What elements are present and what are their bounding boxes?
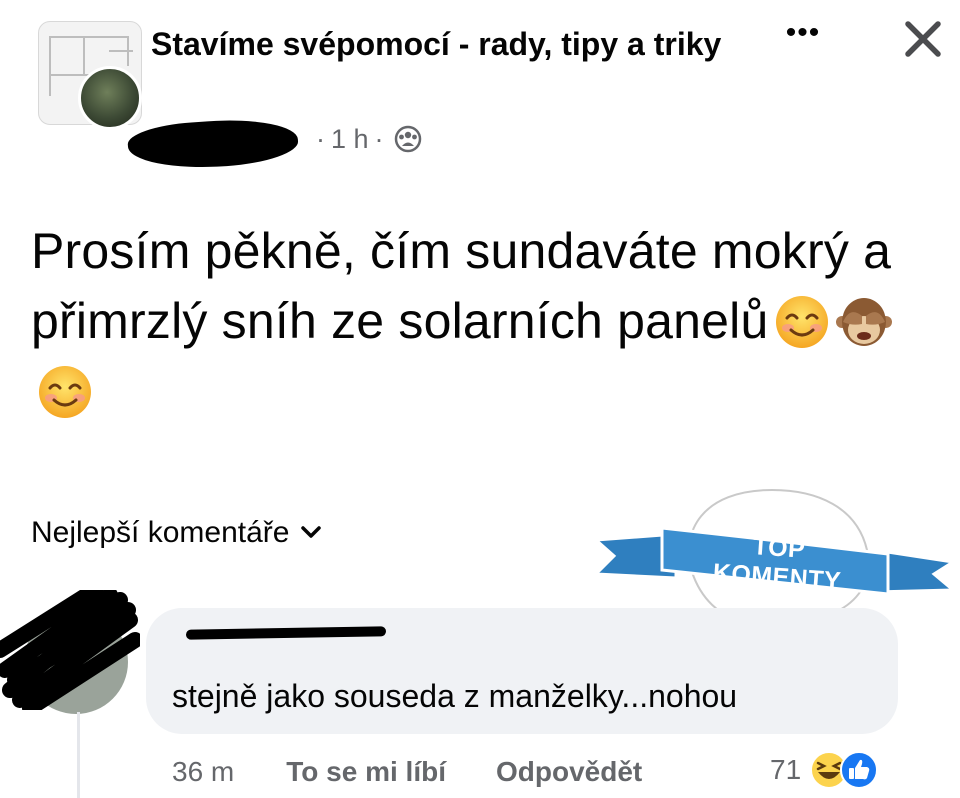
post-time[interactable]: 1 h	[331, 124, 369, 155]
meta-separator: ·	[374, 123, 384, 154]
comment-time[interactable]: 36 m	[172, 756, 234, 788]
reaction-summary[interactable]: 71	[770, 748, 879, 792]
smiling-face-icon	[776, 296, 829, 348]
close-button[interactable]	[900, 16, 946, 62]
badge-text: TOP KOMENTY	[711, 532, 843, 596]
comment-actions: 36 m To se mi líbí Odpovědět	[172, 752, 642, 792]
see-no-evil-monkey-icon	[836, 298, 893, 346]
smiling-face-icon	[39, 366, 91, 418]
floorplan-line	[83, 36, 85, 76]
thread-line	[77, 712, 80, 798]
close-icon	[905, 21, 941, 57]
post-body: Prosím pěkně, čím sundaváte mokrý a přim…	[31, 216, 936, 426]
group-members-icon[interactable]	[394, 125, 422, 153]
comments-filter-label: Nejlepší komentáře	[31, 516, 290, 549]
meta-separator: ·	[316, 123, 325, 154]
like-reaction-icon	[840, 751, 879, 789]
floorplan-line	[49, 36, 51, 96]
reaction-count: 71	[770, 754, 802, 785]
floorplan-line	[127, 36, 129, 66]
floorplan-line	[109, 50, 133, 52]
chevron-down-icon	[301, 526, 322, 538]
more-options-button[interactable]: •••	[780, 18, 826, 52]
comment-text: stejně jako souseda z manželky...nohou	[172, 678, 738, 714]
redaction-mark	[0, 590, 140, 710]
author-avatar[interactable]	[78, 66, 142, 130]
floorplan-line	[49, 36, 129, 38]
group-name[interactable]: Stavíme svépomocí - rady, tipy a triky	[151, 22, 771, 66]
comments-filter-dropdown[interactable]: Nejlepší komentáře	[31, 516, 322, 550]
like-button[interactable]: To se mi líbí	[286, 756, 446, 788]
reply-button[interactable]: Odpovědět	[496, 756, 642, 788]
post-text: Prosím pěkně, čím sundaváte mokrý a přim…	[31, 223, 892, 349]
